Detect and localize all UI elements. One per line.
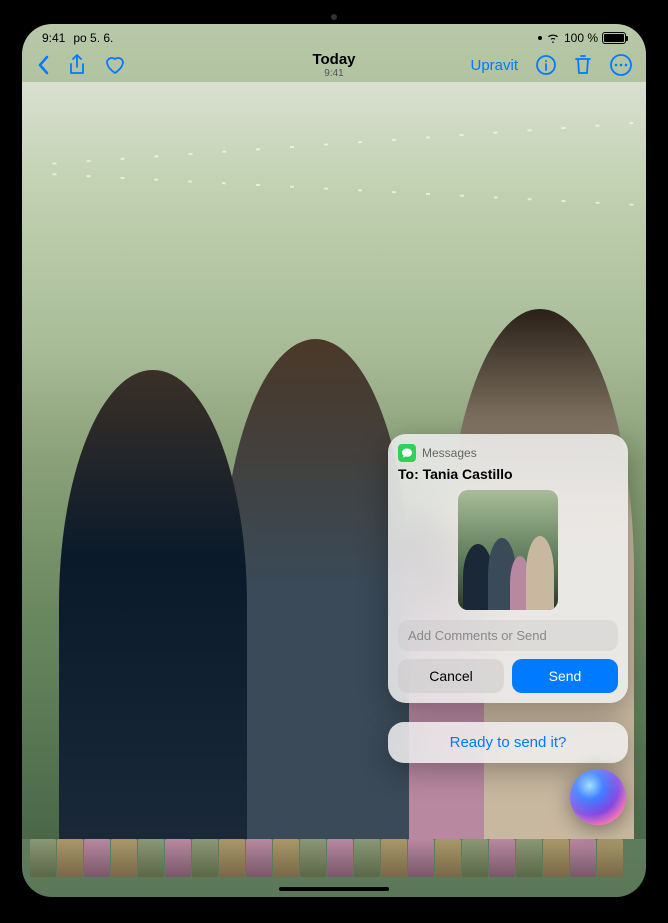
delete-button[interactable] <box>574 54 592 76</box>
thumbnail[interactable] <box>57 839 83 877</box>
screen: 9:41 po 5. 6. 100 % <box>22 24 646 897</box>
edit-button[interactable]: Upravit <box>470 57 518 74</box>
siri-recipient: To: Tania Castillo <box>398 466 618 482</box>
thumbnail[interactable] <box>462 839 488 877</box>
siri-orb[interactable] <box>570 769 626 825</box>
thumbnail[interactable] <box>597 839 623 877</box>
thumbnail[interactable] <box>84 839 110 877</box>
thumbnail[interactable] <box>516 839 542 877</box>
back-button[interactable] <box>36 55 50 75</box>
info-button[interactable] <box>536 55 556 75</box>
thumbnail[interactable] <box>273 839 299 877</box>
status-time: 9:41 <box>42 31 65 45</box>
home-indicator[interactable] <box>279 887 389 891</box>
thumbnail-strip[interactable] <box>22 839 646 879</box>
thumbnail[interactable] <box>30 839 56 877</box>
front-camera <box>331 14 337 20</box>
favorite-button[interactable] <box>104 55 126 75</box>
battery-percent: 100 % <box>564 31 598 45</box>
messages-app-icon <box>398 444 416 462</box>
ipad-device-frame: 9:41 po 5. 6. 100 % <box>0 0 668 923</box>
cancel-button[interactable]: Cancel <box>398 659 504 693</box>
thumbnail[interactable] <box>435 839 461 877</box>
wifi-icon <box>546 33 560 43</box>
more-button[interactable] <box>610 54 632 76</box>
thumbnail[interactable] <box>165 839 191 877</box>
siri-app-name: Messages <box>422 446 477 460</box>
thumbnail[interactable] <box>489 839 515 877</box>
thumbnail[interactable] <box>192 839 218 877</box>
thumbnail[interactable] <box>138 839 164 877</box>
thumbnail[interactable] <box>246 839 272 877</box>
thumbnail[interactable] <box>543 839 569 877</box>
thumbnail[interactable] <box>327 839 353 877</box>
page-title: Today <box>312 51 355 68</box>
siri-comment-input[interactable] <box>398 620 618 651</box>
nav-bar: Today 9:41 Upravit <box>22 48 646 82</box>
page-subtitle: 9:41 <box>312 68 355 79</box>
thumbnail[interactable] <box>300 839 326 877</box>
thumbnail[interactable] <box>408 839 434 877</box>
thumbnail[interactable] <box>219 839 245 877</box>
thumbnail[interactable] <box>354 839 380 877</box>
status-bar: 9:41 po 5. 6. 100 % <box>22 24 646 48</box>
siri-share-card: Messages To: Tania Castillo Cancel Send <box>388 434 628 703</box>
thumbnail[interactable] <box>570 839 596 877</box>
signal-dot <box>538 36 542 40</box>
thumbnail[interactable] <box>111 839 137 877</box>
status-date: po 5. 6. <box>73 31 113 45</box>
siri-prompt-text[interactable]: Ready to send it? <box>388 722 628 763</box>
siri-attachment-thumbnail[interactable] <box>458 490 558 610</box>
thumbnail[interactable] <box>381 839 407 877</box>
send-button[interactable]: Send <box>512 659 618 693</box>
share-button[interactable] <box>68 54 86 76</box>
battery-icon <box>602 32 626 44</box>
